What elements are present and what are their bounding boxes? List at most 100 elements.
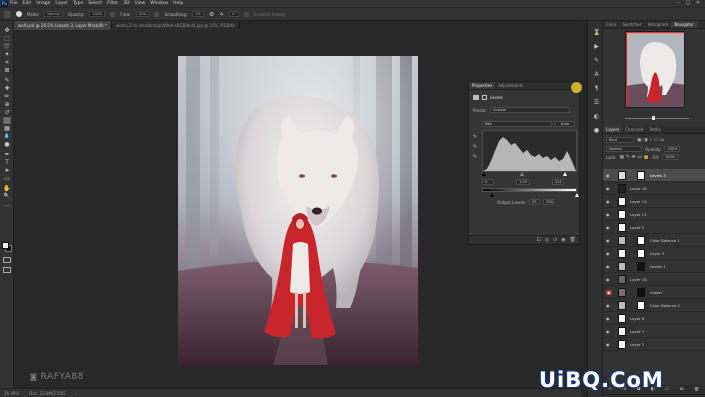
erase-to-history-hint[interactable]: Erase to History <box>254 12 286 17</box>
path-select-icon[interactable]: ➤ <box>3 167 11 174</box>
visibility-eye-icon[interactable]: ◉ <box>606 303 610 308</box>
layer-kind-filter[interactable]: Kind <box>606 137 634 143</box>
styles-icon[interactable]: ● <box>593 127 600 134</box>
tab-adjustments[interactable]: Adjustments <box>495 82 526 89</box>
symmetry-icon[interactable] <box>243 11 249 17</box>
brush-settings-icon[interactable]: ✎ <box>593 57 600 64</box>
visibility-eye-icon[interactable]: ◉ <box>606 329 610 334</box>
menu-help[interactable]: Help <box>173 0 183 7</box>
black-input-slider[interactable] <box>482 172 486 176</box>
menu-select[interactable]: Select <box>88 0 102 7</box>
paragraph-panel-icon[interactable]: ¶ <box>593 85 600 92</box>
hand-icon[interactable]: ✋ <box>3 185 11 192</box>
menu-type[interactable]: Type <box>73 0 83 7</box>
document-size[interactable]: Doc: 22.8M/2.50G <box>29 391 65 396</box>
foreground-color-swatch[interactable] <box>2 242 9 249</box>
white-point-eyedropper-icon[interactable]: ✎ <box>472 154 478 160</box>
blend-mode-select[interactable]: Normal <box>606 146 642 152</box>
layer-row-color-balance-2[interactable]: ◉ Color Balance 2 <box>603 299 705 312</box>
white-input-slider[interactable] <box>563 172 567 176</box>
visibility-eye-icon[interactable]: ◉ <box>606 212 610 217</box>
screen-mode-icon[interactable] <box>3 267 11 273</box>
frame-icon[interactable]: ⊠ <box>3 67 11 74</box>
menu-view[interactable]: View <box>135 0 146 7</box>
delete-layer-icon[interactable]: 🗑 <box>694 387 700 392</box>
gradient-icon[interactable]: ▦ <box>3 125 11 132</box>
actions-panel-icon[interactable]: ▶ <box>593 43 600 50</box>
lasso-icon[interactable]: ➰ <box>3 43 11 50</box>
visibility-eye-icon[interactable]: ◉ <box>606 238 610 243</box>
channel-select[interactable]: Red <box>482 121 552 127</box>
menu-edit[interactable]: Edit <box>23 0 32 7</box>
lock-icons[interactable]: ▦ ✎ ✥ ⊡ 🔒 <box>619 155 649 160</box>
crop-icon[interactable]: ⌗ <box>3 59 11 66</box>
new-layer-icon[interactable]: ⊞ <box>680 387 684 392</box>
preset-select[interactable]: Custom <box>489 107 570 113</box>
layer-row-levels-3[interactable]: ◉ Levels 3 <box>603 169 705 182</box>
visibility-eye-icon[interactable]: ◉ <box>606 290 612 295</box>
menu-layer[interactable]: Layer <box>55 0 68 7</box>
black-point-eyedropper-icon[interactable]: ✎ <box>472 134 478 140</box>
menu-image[interactable]: Image <box>36 0 50 7</box>
blur-icon[interactable]: 💧 <box>3 133 11 140</box>
layer-mask-thumbnail[interactable] <box>637 249 645 258</box>
marquee-icon[interactable]: ⬚ <box>3 35 11 42</box>
visibility-eye-icon[interactable]: ◉ <box>606 316 610 321</box>
navigator-zoom-handle[interactable] <box>652 116 655 120</box>
output-white-field[interactable]: 255 <box>543 199 555 205</box>
tab-histogram[interactable]: Histogram <box>645 21 672 28</box>
auto-button[interactable]: Auto <box>555 121 575 127</box>
healing-icon[interactable]: ✚ <box>3 85 11 92</box>
visibility-eye-icon[interactable]: ◉ <box>606 199 610 204</box>
settings-gear-icon[interactable]: ⚙ <box>209 12 214 17</box>
gray-point-eyedropper-icon[interactable]: ✎ <box>472 144 478 150</box>
reset-icon[interactable]: ↺ <box>553 237 557 243</box>
layer-mask-thumbnail[interactable] <box>637 301 645 310</box>
eye-prev-icon[interactable]: ◎ <box>545 237 549 243</box>
airbrush-icon[interactable] <box>154 11 160 17</box>
more-icon[interactable]: … <box>3 201 11 208</box>
layer-row-levels-1[interactable]: ◉ Levels 1 <box>603 260 705 273</box>
visibility-eye-icon[interactable]: ◉ <box>606 264 610 269</box>
gamma-input-slider[interactable] <box>520 172 524 176</box>
layer-mask-icon[interactable] <box>482 95 487 100</box>
visibility-eye-icon[interactable]: ◉ <box>606 173 610 178</box>
angle-field[interactable]: 0° <box>228 11 239 17</box>
tab-wolf-psd[interactable]: wolf.psd @ 26.5% (Levels 3, Layer Mask/8… <box>14 21 112 30</box>
layer-mask-thumbnail[interactable] <box>637 288 645 297</box>
pressure-opacity-icon[interactable] <box>110 11 116 17</box>
tab-color[interactable]: Color <box>603 21 619 28</box>
visibility-eye-icon[interactable]: ◉ <box>606 225 610 230</box>
tab-paths[interactable]: Paths <box>647 126 664 133</box>
tab-channels[interactable]: Channels <box>622 126 647 133</box>
input-black-field[interactable]: 0 <box>482 179 494 185</box>
libraries-icon[interactable]: ☰ <box>593 99 600 106</box>
layer-row-model[interactable]: ◉ model <box>603 286 705 299</box>
menu-filter[interactable]: Filter <box>107 0 118 7</box>
visibility-icon[interactable]: ◉ <box>561 237 565 243</box>
input-white-field[interactable]: 221 <box>552 179 564 185</box>
mode-select[interactable]: Normal <box>44 11 63 17</box>
navigator-thumbnail[interactable] <box>625 31 685 108</box>
tab-bold-jpg[interactable]: works-2-to-stardand/untitled-sRGB/bold.j… <box>111 21 241 30</box>
layer-row-layer-8[interactable]: ◉ Layer 8 <box>603 312 705 325</box>
smoothing-field[interactable]: 0% <box>192 11 204 17</box>
artwork-image[interactable] <box>178 56 418 365</box>
shape-icon[interactable]: ▭ <box>3 175 11 182</box>
menu-3d[interactable]: 3D <box>123 0 129 7</box>
visibility-eye-icon[interactable]: ◉ <box>606 251 610 256</box>
history-brush-icon[interactable]: ↺ <box>3 109 11 116</box>
character-panel-icon[interactable]: A <box>593 71 600 78</box>
navigator-zoom-slider[interactable] <box>625 118 689 119</box>
quick-mask-icon[interactable] <box>3 257 11 263</box>
move-icon[interactable]: ✥ <box>3 27 11 34</box>
layer-mask-thumbnail[interactable] <box>637 171 645 180</box>
new-group-icon[interactable]: ▭ <box>665 387 670 392</box>
close-button[interactable]: ✕ <box>693 0 703 7</box>
trash-icon[interactable]: 🗑 <box>570 237 576 243</box>
layer-row-layer-18[interactable]: ◉ Layer 18 <box>603 182 705 195</box>
filter-icons[interactable]: ▣ ◑ T ▭ ⊡ <box>637 138 664 143</box>
flow-field[interactable]: 45% <box>135 11 150 17</box>
output-white-slider[interactable] <box>575 193 579 197</box>
visibility-eye-icon[interactable]: ◉ <box>606 186 610 191</box>
